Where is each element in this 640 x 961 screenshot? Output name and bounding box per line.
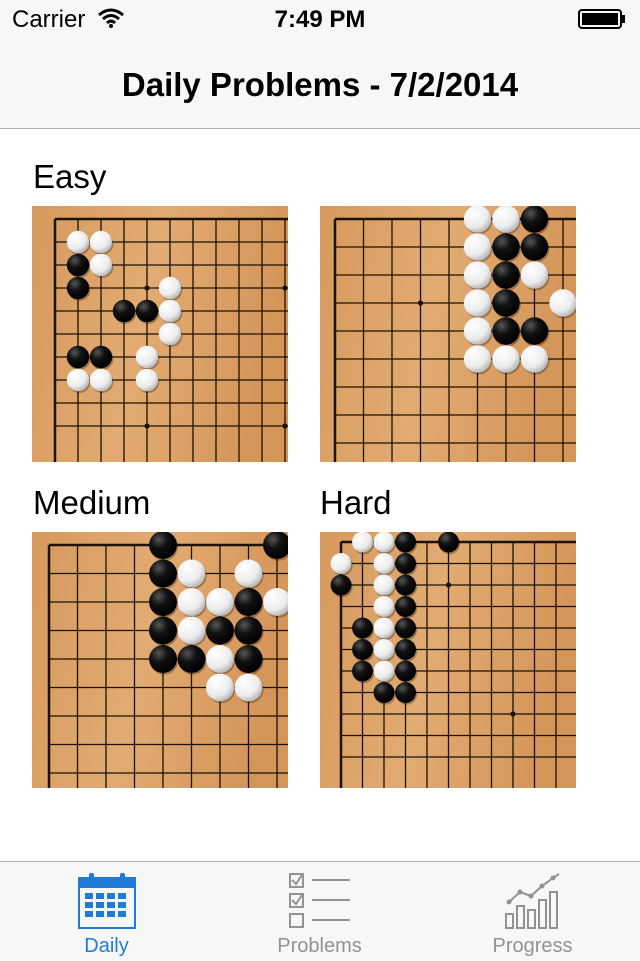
page-title: Daily Problems - 7/2/2014 — [121, 66, 519, 103]
star-point — [417, 300, 424, 306]
star-point — [282, 423, 288, 429]
tab-daily[interactable]: Daily — [0, 862, 213, 961]
easy-problem-board-2[interactable] — [320, 206, 576, 462]
tab-progress[interactable]: Progress — [426, 862, 639, 961]
tab-daily-label: Daily — [84, 935, 129, 957]
star-point — [510, 711, 516, 717]
section-label-hard: Hard — [320, 484, 392, 521]
star-point — [445, 582, 452, 588]
clock: 7:49 PM — [274, 6, 366, 33]
battery-icon — [578, 9, 625, 29]
medium-problem-board[interactable] — [32, 532, 288, 788]
calendar-icon — [77, 873, 136, 929]
navigation-bar: Daily Problems - 7/2/2014 — [0, 40, 640, 129]
tab-problems-label: Problems — [277, 935, 362, 957]
bar-chart-icon — [504, 873, 560, 929]
star-point — [144, 423, 150, 429]
section-label-easy: Easy — [33, 158, 107, 195]
hard-problem-board[interactable] — [320, 532, 576, 788]
easy-problem-board-1[interactable] — [32, 206, 288, 462]
star-point — [144, 285, 150, 291]
star-point — [282, 285, 288, 291]
checklist-icon — [288, 873, 350, 928]
status-bar: Carrier 7:49 PM — [0, 0, 640, 40]
section-label-medium: Medium — [33, 484, 151, 521]
tab-bar: Daily Problems Progress — [0, 861, 640, 961]
tab-progress-label: Progress — [492, 935, 573, 957]
tab-problems[interactable]: Problems — [213, 862, 426, 961]
